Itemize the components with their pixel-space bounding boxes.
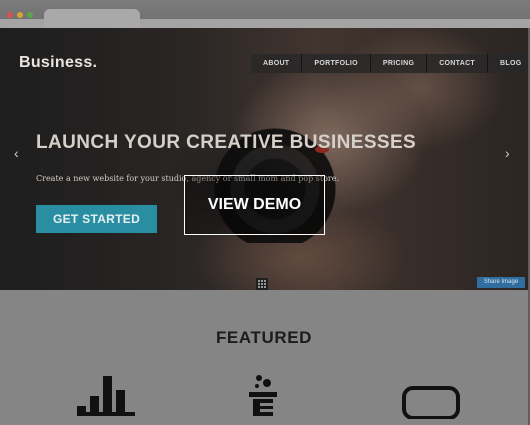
featured-section: FEATURED: [0, 290, 528, 425]
nav-item-about[interactable]: ABOUT: [251, 54, 303, 73]
nav-item-contact[interactable]: CONTACT: [427, 54, 489, 73]
hero-section: Business. ABOUT PORTFOLIO PRICING CONTAC…: [0, 28, 528, 290]
main-nav: ABOUT PORTFOLIO PRICING CONTACT BLOG: [251, 54, 528, 73]
grid-icon[interactable]: [256, 278, 268, 290]
browser-window: Business. ABOUT PORTFOLIO PRICING CONTAC…: [0, 0, 530, 425]
minimize-window-icon[interactable]: [17, 12, 23, 18]
nav-item-blog[interactable]: BLOG: [488, 54, 528, 73]
bottle-icon: [249, 375, 277, 416]
share-image-button[interactable]: Share Image: [477, 277, 525, 288]
browser-tab[interactable]: [44, 9, 140, 28]
get-started-button[interactable]: GET STARTED: [36, 205, 157, 233]
maximize-window-icon[interactable]: [27, 12, 33, 18]
bar-chart-icon: [77, 376, 135, 416]
featured-title: FEATURED: [215, 328, 313, 347]
hero-headline: LAUNCH YOUR CREATIVE BUSINESSES: [36, 132, 417, 153]
nav-item-portfolio[interactable]: PORTFOLIO: [302, 54, 371, 73]
rounded-square-icon: [402, 386, 460, 419]
slider-prev-icon[interactable]: ‹: [14, 145, 19, 161]
slider-next-icon[interactable]: ›: [505, 145, 510, 161]
nav-item-pricing[interactable]: PRICING: [371, 54, 428, 73]
site-logo[interactable]: Business.: [19, 54, 97, 72]
close-window-icon[interactable]: [7, 12, 13, 18]
view-demo-button[interactable]: VIEW DEMO: [184, 175, 325, 235]
browser-chrome: [0, 0, 530, 28]
